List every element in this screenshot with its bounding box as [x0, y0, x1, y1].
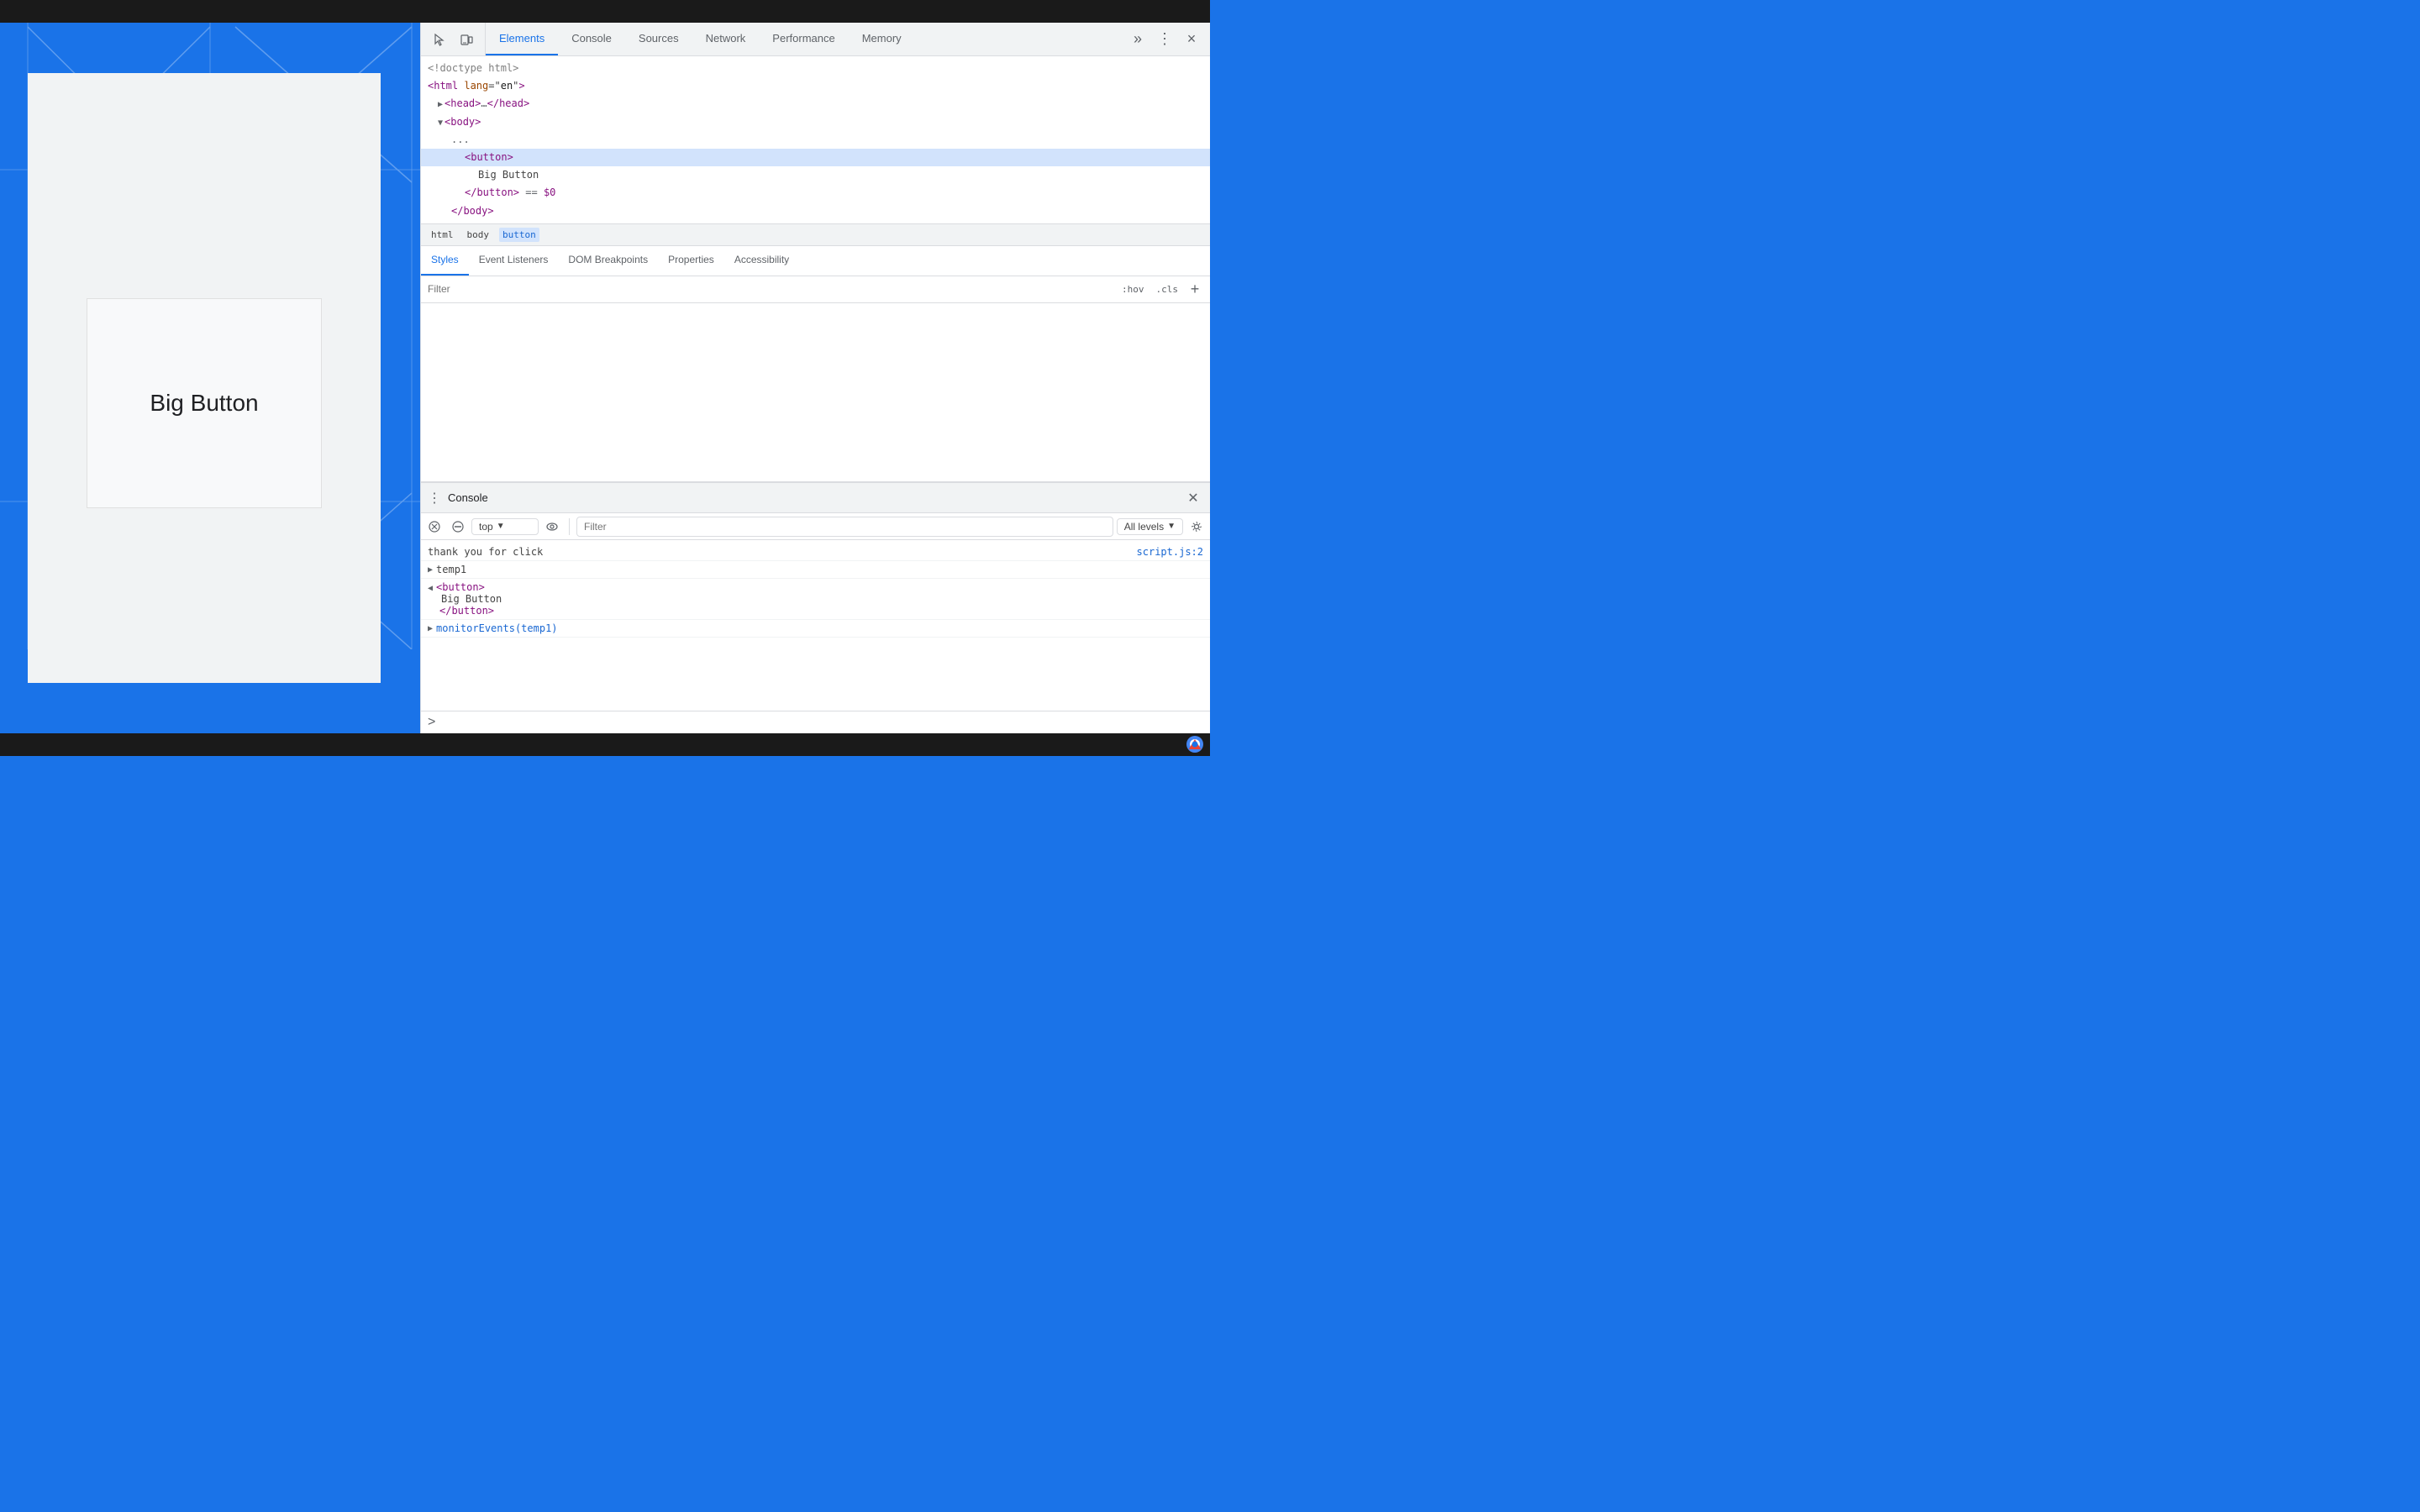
styles-tab-dom-breakpoints[interactable]: DOM Breakpoints: [558, 246, 658, 276]
console-settings-btn[interactable]: [1186, 517, 1207, 537]
tree-ellipsis[interactable]: ...: [421, 131, 1210, 149]
console-no-entry-btn[interactable]: [448, 517, 468, 537]
breadcrumb-body[interactable]: body: [464, 228, 493, 242]
tab-performance[interactable]: Performance: [759, 23, 848, 55]
monitor-expand-arrow[interactable]: ▶: [428, 624, 433, 633]
no-entry-icon: [452, 521, 464, 533]
filter-bar: :hov .cls +: [421, 276, 1210, 303]
temp1-expand-arrow[interactable]: ▶: [428, 565, 433, 575]
head-expand-arrow[interactable]: ▶: [438, 100, 443, 109]
devtools-tabs: Elements Console Sources Network Perform…: [486, 23, 1119, 55]
styles-content: [421, 303, 1210, 481]
levels-dropdown-arrow: ▼: [1167, 522, 1176, 531]
tree-doctype[interactable]: <!doctype html>: [421, 60, 1210, 77]
tab-sources[interactable]: Sources: [625, 23, 692, 55]
tree-button-close[interactable]: </button> == $0: [421, 184, 1210, 202]
button-ref-collapse-arrow[interactable]: ◀: [428, 584, 433, 593]
styles-tab-accessibility[interactable]: Accessibility: [724, 246, 799, 276]
styles-tab-properties[interactable]: Properties: [658, 246, 724, 276]
tree-body[interactable]: ▼<body>: [421, 113, 1210, 131]
console-output: thank you for click script.js:2 ▶ temp1 …: [421, 540, 1210, 711]
breadcrumb-bar: html body button: [421, 223, 1210, 246]
clear-console-icon: [429, 521, 440, 533]
breadcrumb-button[interactable]: button: [499, 228, 539, 242]
bottom-bar: [0, 733, 1210, 756]
styles-tab-styles[interactable]: Styles: [421, 246, 469, 276]
console-prompt: >: [428, 715, 435, 730]
breadcrumb-html[interactable]: html: [428, 228, 457, 242]
console-title: Console: [448, 491, 1183, 504]
console-section: ⋮ Console ✕ top ▼: [421, 481, 1210, 733]
body-expand-arrow[interactable]: ▼: [438, 118, 443, 128]
device-icon: [460, 33, 473, 46]
big-button[interactable]: Big Button: [87, 298, 322, 508]
toolbar-right: » ⋮ ×: [1119, 28, 1210, 51]
console-drag-handle[interactable]: ⋮: [428, 490, 441, 507]
console-input[interactable]: [442, 717, 1203, 728]
big-button-text: Big Button: [150, 390, 258, 417]
tree-button-text[interactable]: Big Button: [421, 166, 1210, 184]
tab-elements[interactable]: Elements: [486, 23, 558, 55]
toolbar-icons: [421, 23, 486, 55]
devtools-panel: Elements Console Sources Network Perform…: [420, 23, 1210, 733]
console-button-ref: ◀ <button> Big Button </button>: [421, 579, 1210, 620]
devtools-settings-btn[interactable]: ⋮: [1153, 28, 1176, 51]
cursor-icon: [433, 33, 446, 46]
device-toggle-btn[interactable]: [455, 28, 478, 51]
inspect-element-btn[interactable]: [428, 28, 451, 51]
styles-tabs: Styles Event Listeners DOM Breakpoints P…: [421, 246, 1210, 276]
tree-html[interactable]: <html lang="en">: [421, 77, 1210, 95]
settings-gear-icon: [1191, 521, 1202, 533]
context-dropdown-arrow: ▼: [497, 522, 505, 531]
tree-button-line[interactable]: <button>: [421, 149, 1210, 166]
devtools-close-btn[interactable]: ×: [1180, 28, 1203, 51]
console-source-1[interactable]: script.js:2: [1137, 546, 1203, 558]
console-toolbar: top ▼ All levels ▼: [421, 513, 1210, 540]
toolbar-divider: [569, 518, 570, 535]
console-close-btn[interactable]: ✕: [1183, 488, 1203, 508]
tab-network[interactable]: Network: [692, 23, 760, 55]
cls-btn[interactable]: .cls: [1153, 282, 1182, 297]
top-bar: [0, 0, 1210, 23]
console-clear-btn[interactable]: [424, 517, 445, 537]
chrome-logo: [1186, 736, 1203, 753]
html-tree: <!doctype html> <html lang="en"> ▶<head>…: [421, 56, 1210, 223]
tree-body-close[interactable]: </body>: [421, 202, 1210, 220]
console-input-line: >: [421, 711, 1210, 733]
console-header: ⋮ Console ✕: [421, 483, 1210, 513]
console-monitor-line: ▶ monitorEvents(temp1): [421, 620, 1210, 638]
filter-actions: :hov .cls +: [1118, 281, 1203, 297]
console-filter-input[interactable]: [576, 517, 1113, 537]
more-tabs-btn[interactable]: »: [1126, 28, 1150, 51]
console-levels-select[interactable]: All levels ▼: [1117, 518, 1183, 535]
filter-input[interactable]: [428, 283, 1118, 295]
console-eye-btn[interactable]: [542, 517, 562, 537]
eye-icon: [546, 521, 558, 533]
elements-panel: <!doctype html> <html lang="en"> ▶<head>…: [421, 56, 1210, 481]
console-temp1-line[interactable]: ▶ temp1: [421, 561, 1210, 579]
console-context-select[interactable]: top ▼: [471, 518, 539, 535]
page-background: Big Button: [0, 23, 420, 733]
tab-console[interactable]: Console: [558, 23, 625, 55]
devtools-toolbar: Elements Console Sources Network Perform…: [421, 23, 1210, 56]
styles-tab-event-listeners[interactable]: Event Listeners: [469, 246, 559, 276]
add-rule-btn[interactable]: +: [1186, 281, 1203, 297]
page-content-area: Big Button: [28, 73, 381, 683]
console-log-1: thank you for click script.js:2: [421, 543, 1210, 561]
tree-head[interactable]: ▶<head>…</head>: [421, 95, 1210, 113]
tab-memory[interactable]: Memory: [849, 23, 915, 55]
hov-btn[interactable]: :hov: [1118, 282, 1148, 297]
